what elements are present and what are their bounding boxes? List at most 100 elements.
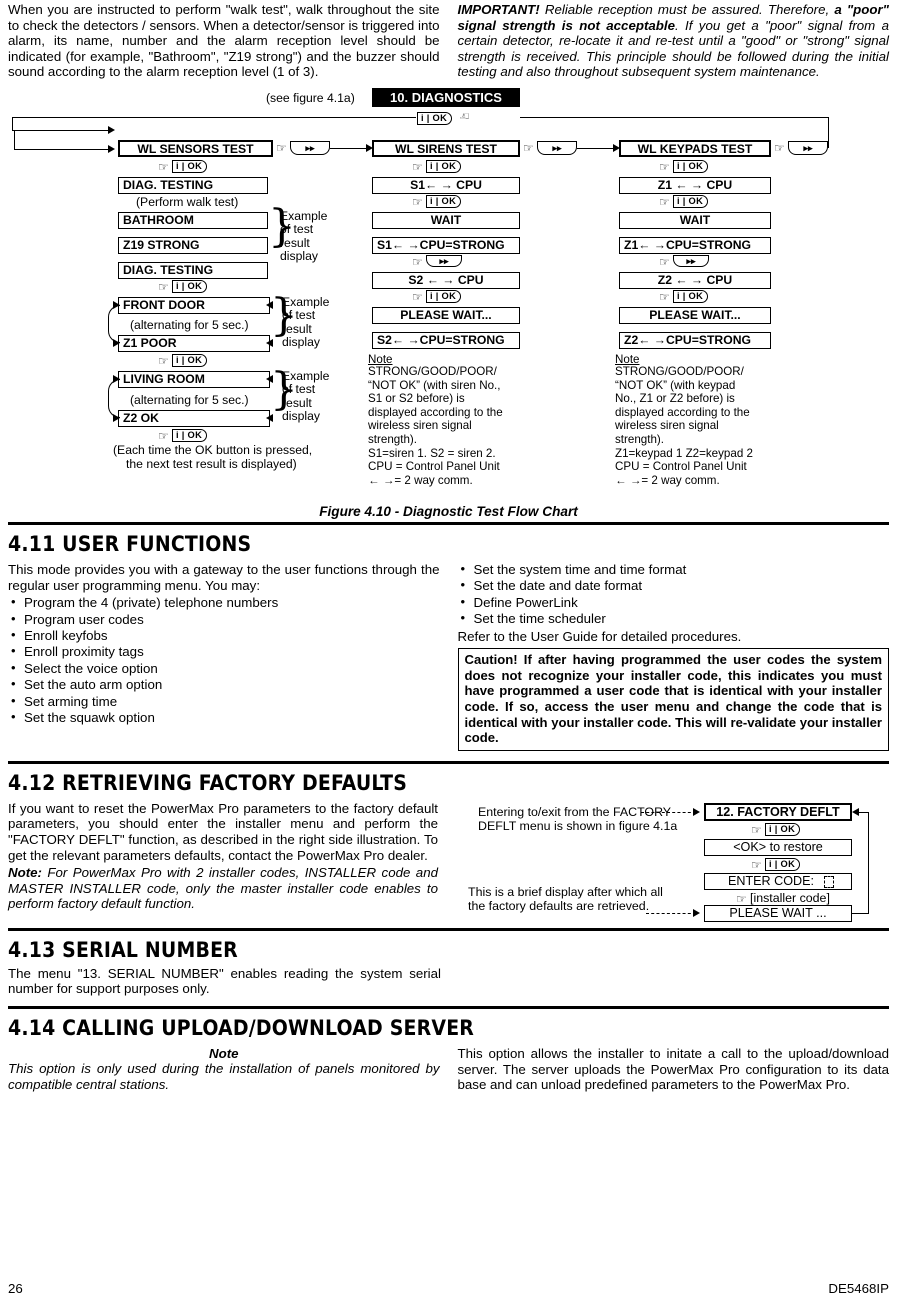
fd-caption2-line1: This is a brief display after which all: [468, 884, 663, 899]
note-line: strength).: [615, 432, 664, 446]
s414-right-body: This option allows the installer to init…: [457, 1045, 890, 1093]
hand-pointer-icon: [751, 859, 762, 871]
lcd-z2-result: Z2← →CPU=STRONG: [619, 331, 771, 349]
fd-return-bottom: [852, 912, 869, 914]
note-line: displayed according to the: [368, 405, 503, 419]
ok-key-icon: i | OK: [172, 353, 208, 367]
fd-dash-line-1: [641, 811, 696, 813]
note-line: S1=siren 1. S2 = siren 2.: [368, 446, 496, 460]
figure-caption: Figure 4.10 - Diagnostic Test Flow Chart: [319, 503, 578, 519]
note-line: “NOT OK” (with siren No.,: [368, 378, 501, 392]
hand-pointer-icon: [276, 142, 287, 154]
ok-key-icon: i | OK: [426, 159, 462, 173]
flow-line-top-in: [12, 129, 112, 131]
s414-note-body: This option is only used during the inst…: [8, 1060, 440, 1092]
diagnostic-flow-chart: (see figure 4.1a) 10. DIAGNOSTICS i | OK…: [8, 85, 889, 503]
flow-line-col1-col2: [330, 147, 370, 149]
intro-section: When you are instructed to perform "walk…: [8, 0, 889, 82]
heading-4-13: 4.13 SERIAL NUMBER: [8, 937, 238, 962]
lcd-front-door: FRONT DOOR: [118, 296, 270, 314]
lcd-wl-sirens-test: WL SIRENS TEST: [372, 139, 520, 157]
alternation-loop-1: [108, 304, 120, 343]
flow-loop-horiz: [14, 148, 112, 150]
flow-return-vert: [828, 116, 829, 148]
note-line: CPU = Control Panel Unit: [615, 460, 747, 474]
ok-key-icon: i | OK: [172, 279, 208, 293]
lcd-s2-cpu: S2 ← → CPU: [372, 271, 520, 289]
note-line: ← →= 2 way comm.: [615, 473, 720, 487]
example-label-3: Example of test result display: [282, 368, 330, 424]
intro-right-column: IMPORTANT! Reliable reception must be as…: [458, 2, 890, 82]
note-line: Z1=keypad 1 Z2=keypad 2: [615, 446, 753, 460]
hand-pointer-icon: [412, 196, 423, 208]
note-line: strength).: [368, 432, 417, 446]
ok-button-note-line2: the next test result is displayed): [126, 456, 297, 471]
lcd-ok-to-restore: <OK> to restore: [704, 838, 852, 856]
intro-left-paragraph: When you are instructed to perform "walk…: [8, 2, 440, 80]
alternation-arrow-1b: [113, 338, 120, 347]
hand-pointer-icon: [659, 196, 670, 208]
s413-body: The menu "13. SERIAL NUMBER" enables rea…: [8, 965, 441, 997]
fd-return-vert: [868, 811, 869, 914]
fd-arrow-2: [693, 908, 700, 917]
divider: [8, 927, 889, 931]
note-line: CPU = Control Panel Unit: [368, 460, 500, 474]
ok-key-icon: i | OK: [172, 159, 208, 173]
s412-note: Note: For PowerMax Pro with 2 installer …: [8, 865, 438, 912]
list-item: Program the 4 (private) telephone number…: [8, 594, 440, 611]
flow-line-top: [12, 116, 416, 118]
example-arrow-2b: [266, 413, 273, 422]
fd-return-top: [859, 811, 869, 813]
ok-key-icon: i | OK: [673, 289, 709, 303]
list-item: Define PowerLink: [458, 594, 890, 611]
important-label: IMPORTANT!: [457, 2, 540, 17]
ok-key-icon: i | OK: [426, 289, 462, 303]
divider: [8, 521, 889, 525]
divider: [8, 760, 889, 764]
next-key-icon: ▸▸: [537, 140, 577, 155]
lcd-factory-deflt: 12. FACTORY DEFLT: [704, 802, 852, 821]
s411-left-column: This mode provides you with a gateway to…: [8, 562, 440, 751]
hand-pointer-icon: [736, 893, 747, 905]
note-line: displayed according to the: [615, 405, 750, 419]
lcd-bathroom: BATHROOM: [118, 211, 268, 229]
hand-pointer-icon: [659, 161, 670, 173]
list-item: Set the auto arm option: [8, 676, 440, 693]
section-4-13: The menu "13. SERIAL NUMBER" enables rea…: [8, 966, 441, 997]
lcd-living-room: LIVING ROOM: [118, 370, 270, 388]
hand-pointer-icon: [459, 110, 470, 122]
ok-key-icon: i | OK: [765, 857, 801, 871]
hand-pointer-icon: [158, 430, 169, 442]
lcd-please-wait-keypad: PLEASE WAIT...: [619, 306, 771, 324]
s414-left-column: Note This option is only used during the…: [8, 1046, 440, 1095]
lcd-z2-cpu: Z2 ← → CPU: [619, 271, 771, 289]
caution-box: Caution! If after having programmed the …: [457, 648, 889, 751]
s412-note-body: For PowerMax Pro with 2 installer codes,…: [8, 865, 438, 912]
divider: [8, 1005, 889, 1009]
note-line: wireless siren signal: [615, 419, 719, 433]
lcd-diag-testing-1: DIAG. TESTING: [118, 176, 268, 194]
lcd-please-wait-factory: PLEASE WAIT ...: [704, 904, 852, 922]
lcd-z2-ok: Z2 OK: [118, 409, 270, 427]
next-key-icon: ▸▸: [426, 254, 462, 267]
example-label-1: Example of test result display: [280, 208, 328, 264]
lcd-s1-cpu: S1← → CPU: [372, 176, 520, 194]
hand-pointer-icon: [158, 355, 169, 367]
hand-pointer-icon: [158, 281, 169, 293]
hand-pointer-icon: [774, 142, 785, 154]
document-page: When you are instructed to perform "walk…: [0, 0, 897, 1302]
hand-pointer-icon: [158, 161, 169, 173]
s412-note-label: Note:: [8, 865, 42, 881]
s412-left-column: If you want to reset the PowerMax Pro pa…: [8, 801, 438, 919]
intro-left-column: When you are instructed to perform "walk…: [8, 2, 440, 82]
page-number: 26: [8, 1281, 23, 1296]
note-line: “NOT OK” (with keypad: [615, 378, 736, 392]
flow-line-col2-col3: [577, 147, 617, 149]
note-line: STRONG/GOOD/POOR/: [368, 364, 497, 378]
alternating-note-2: (alternating for 5 sec.): [130, 392, 249, 407]
lcd-s2-result: S2← →CPU=STRONG: [372, 331, 520, 349]
alternation-arrow-2b: [113, 413, 120, 422]
alternation-arrow-1a: [113, 300, 120, 309]
list-item: Set arming time: [8, 693, 440, 710]
list-item: Set the time scheduler: [458, 610, 890, 627]
